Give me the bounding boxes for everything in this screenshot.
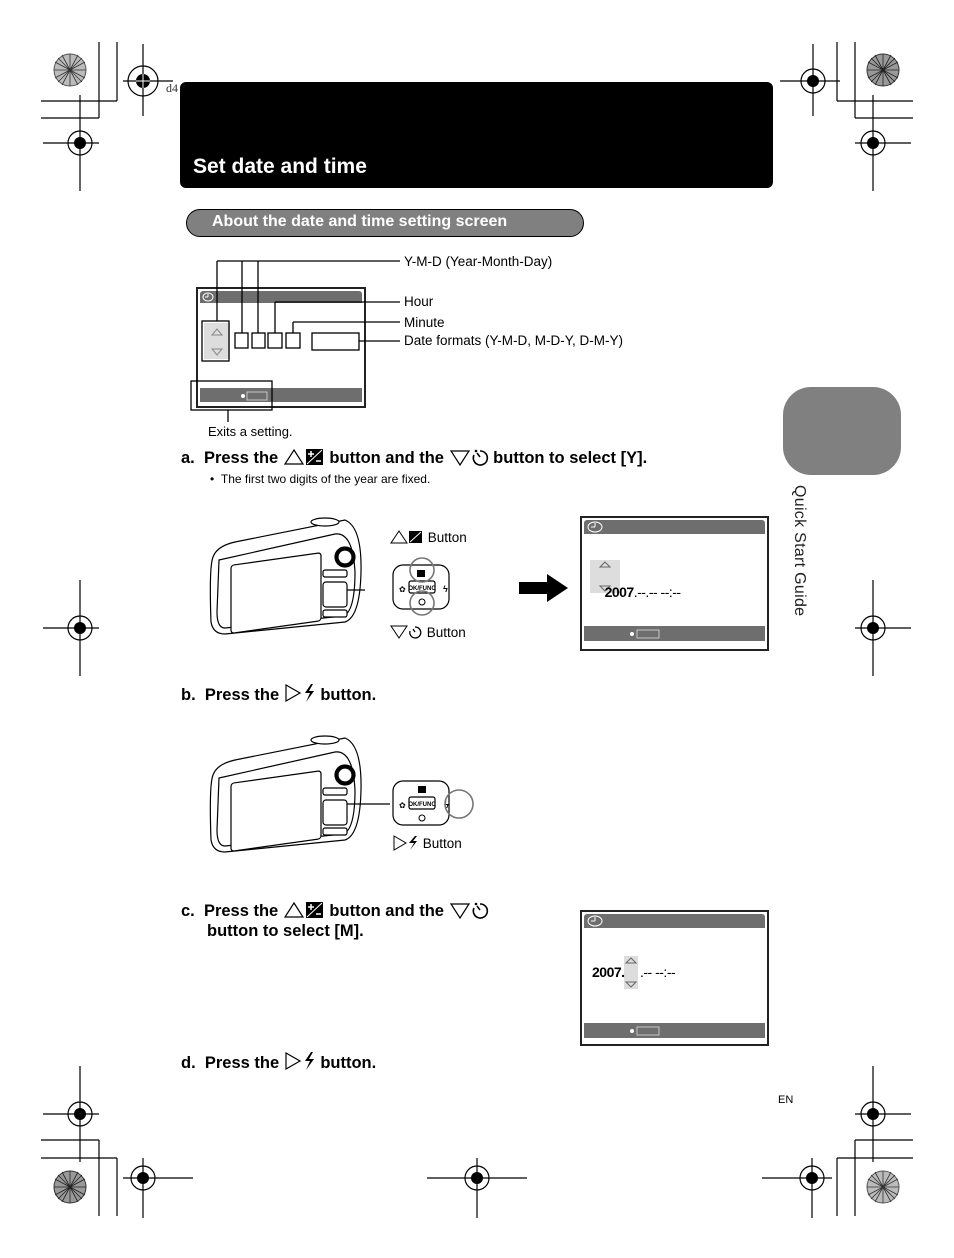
lcd-header — [584, 520, 765, 534]
starburst-target — [866, 53, 900, 87]
step-a-note: • The first two digits of the year are f… — [210, 472, 431, 486]
registration-mark — [855, 580, 911, 676]
step-d: d. Press the button. — [181, 1051, 376, 1073]
starburst-target — [53, 1170, 87, 1204]
self-timer-icon — [409, 626, 422, 639]
down-triangle-icon — [449, 450, 470, 466]
year-readout: 2007. — [592, 964, 625, 980]
svg-text:✿: ✿ — [399, 585, 406, 594]
step-text: button. — [320, 1054, 377, 1072]
step-b: b. Press the button. — [181, 683, 376, 705]
up-button-label: Button — [390, 530, 467, 545]
section-heading-text: About the date and time setting screen — [212, 213, 508, 230]
right-arrow-icon — [519, 574, 568, 602]
right-triangle-icon — [393, 835, 407, 851]
registration-mark — [427, 1158, 527, 1218]
step-c-line2: button to select [M]. — [207, 922, 364, 940]
exposure-compensation-icon — [305, 902, 323, 918]
page-title: Set date and time — [193, 155, 367, 178]
right-triangle-icon — [285, 1051, 301, 1071]
lcd-screen-select-month: 2007. .-- --:-- — [580, 910, 769, 1046]
registration-mark — [43, 95, 99, 191]
registration-mark — [780, 44, 840, 116]
camera-illustration — [209, 517, 365, 635]
registration-mark — [43, 1066, 99, 1162]
starburst-target — [866, 1170, 900, 1204]
starburst-target — [53, 53, 87, 87]
self-timer-icon — [472, 449, 488, 466]
up-triangle-icon — [390, 530, 408, 544]
remaining-fields: .-- --:-- — [640, 964, 676, 980]
lcd-footer — [584, 626, 765, 641]
up-triangle-icon — [283, 448, 304, 465]
crop-marks — [41, 42, 913, 1216]
registration-mark — [123, 44, 173, 116]
note-text: The first two digits of the year are fix… — [220, 472, 431, 486]
lcd-footer — [584, 1023, 765, 1038]
clock-icon — [587, 915, 603, 927]
callout-exit: Exits a setting. — [208, 424, 293, 439]
step-a: a. Press the button and the button to se… — [181, 448, 647, 468]
step-text: button and the — [329, 902, 444, 920]
side-tab — [783, 387, 901, 475]
exposure-compensation-icon — [305, 449, 323, 465]
callout-date-formats: Date formats (Y-M-D, M-D-Y, D-M-Y) — [404, 333, 624, 348]
page-slug: d4 — [166, 81, 178, 95]
exposure-compensation-icon — [409, 531, 422, 543]
year-value: 2007 — [604, 584, 635, 600]
lcd-header — [584, 914, 765, 928]
diagram-callout-lines — [190, 260, 400, 422]
language-code: EN — [778, 1094, 794, 1106]
step-c: c. Press the button and the — [181, 901, 489, 921]
callout-hour: Hour — [404, 294, 434, 309]
camera-illustration — [209, 735, 390, 853]
side-tab-label: Quick Start Guide — [791, 485, 808, 617]
step-letter: b. — [181, 686, 196, 704]
flash-icon — [409, 836, 417, 850]
step-text: button to select [Y]. — [493, 449, 648, 467]
down-button-label: Button — [390, 625, 466, 640]
registration-mark — [855, 1066, 911, 1162]
down-triangle-icon — [449, 903, 470, 919]
step-letter: d. — [181, 1054, 196, 1072]
title-bar: Set date and time — [180, 82, 773, 188]
right-triangle-icon — [285, 683, 301, 703]
step-text: button. — [320, 686, 377, 704]
step-text: button and the — [329, 449, 444, 467]
flash-icon — [304, 1052, 314, 1070]
arrow-pad-illustration: OK/FUNC ✿ ϟ — [392, 780, 474, 826]
step-text: Press the — [203, 902, 279, 920]
label-text: Button — [426, 625, 466, 640]
lcd-screen-select-year: 2007.--.-- --:-- — [580, 516, 769, 651]
registration-mark — [855, 95, 911, 191]
svg-text:OK/FUNC: OK/FUNC — [408, 802, 436, 808]
flash-icon — [304, 684, 314, 702]
back-button-icon — [630, 1026, 660, 1036]
svg-text:✿: ✿ — [399, 801, 406, 810]
registration-mark — [123, 1158, 193, 1218]
date-time-readout: 2007.--.-- --:-- — [591, 568, 682, 616]
callout-ymd: Y-M-D (Year-Month-Day) — [404, 254, 553, 269]
self-timer-icon — [472, 902, 488, 919]
down-triangle-icon — [390, 625, 408, 639]
registration-mark — [762, 1158, 832, 1218]
registration-mark — [43, 580, 99, 676]
section-heading: About the date and time setting screen — [186, 209, 584, 237]
remaining-fields: .--.-- --:-- — [633, 584, 681, 600]
up-triangle-icon — [283, 901, 304, 918]
label-text: Button — [427, 530, 467, 545]
back-button-icon — [630, 629, 660, 639]
step-text: Press the — [204, 1054, 280, 1072]
svg-text:ϟ: ϟ — [443, 584, 448, 594]
step-letter: a. — [181, 449, 195, 467]
callout-minute: Minute — [404, 315, 445, 330]
arrow-pad-illustration: OK/FUNC ✿ ϟ — [392, 557, 450, 616]
label-text: Button — [422, 836, 462, 851]
clock-icon — [587, 521, 603, 533]
step-text: Press the — [203, 449, 279, 467]
step-letter: c. — [181, 902, 195, 920]
up-down-arrows-icon — [624, 957, 638, 988]
right-button-label: Button — [393, 835, 462, 851]
step-text: Press the — [204, 686, 280, 704]
